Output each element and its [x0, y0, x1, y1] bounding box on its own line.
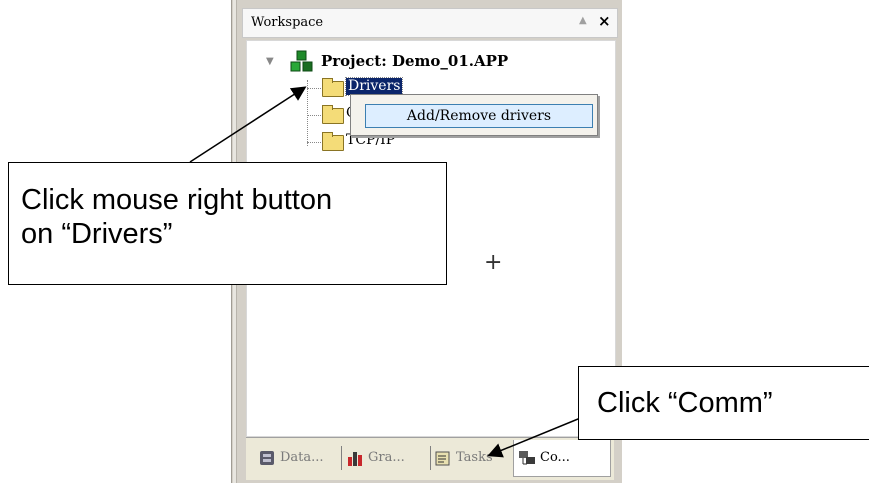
tab-tasks[interactable]: Tasks [434, 440, 493, 476]
workspace-title: Workspace [251, 15, 324, 30]
tab-label: Co... [540, 450, 570, 465]
project-cubes-icon [290, 50, 313, 72]
expand-triangle-icon[interactable]: ▼ [266, 56, 274, 67]
tree-connector [307, 80, 308, 146]
graphics-icon [348, 451, 362, 466]
triangle-up-icon[interactable]: ▲ [579, 15, 587, 26]
tree-connector [307, 88, 321, 89]
database-icon [260, 450, 274, 465]
callout-line: on “Drivers” [21, 218, 173, 250]
tree-node-drivers[interactable]: Drivers [344, 77, 404, 96]
tab-separator [430, 446, 431, 470]
tab-label: Gra... [368, 450, 405, 465]
tree-connector [307, 142, 321, 143]
tab-data[interactable]: Data... [258, 440, 324, 476]
tab-comm[interactable]: Co... [513, 440, 611, 477]
tab-label: Tasks [456, 450, 493, 465]
callout-right-click-drivers: Click mouse right button on “Drivers” [8, 162, 447, 285]
callout-click-comm: Click “Comm” [578, 366, 869, 440]
tree-connector [307, 115, 321, 116]
tab-label: Data... [280, 450, 324, 465]
callout-line: Click “Comm” [597, 387, 773, 419]
tab-separator [341, 446, 342, 470]
context-menu: Add/Remove drivers [350, 94, 598, 136]
folder-icon [322, 105, 344, 124]
project-root-label[interactable]: Project: Demo_01.APP [321, 52, 508, 70]
close-icon[interactable]: × [598, 12, 611, 30]
callout-line: Click mouse right button [21, 184, 333, 216]
folder-icon [322, 132, 344, 151]
tab-graphics[interactable]: Gra... [346, 440, 405, 476]
folder-icon [322, 78, 344, 97]
comm-icon [519, 450, 535, 464]
crosshair-cursor-icon: + [484, 250, 503, 275]
menu-item-add-remove-drivers[interactable]: Add/Remove drivers [365, 104, 593, 128]
menu-item-label: Add/Remove drivers [406, 108, 552, 124]
workspace-titlebar: Workspace ▲ × [242, 8, 618, 38]
tasks-icon [435, 451, 450, 465]
